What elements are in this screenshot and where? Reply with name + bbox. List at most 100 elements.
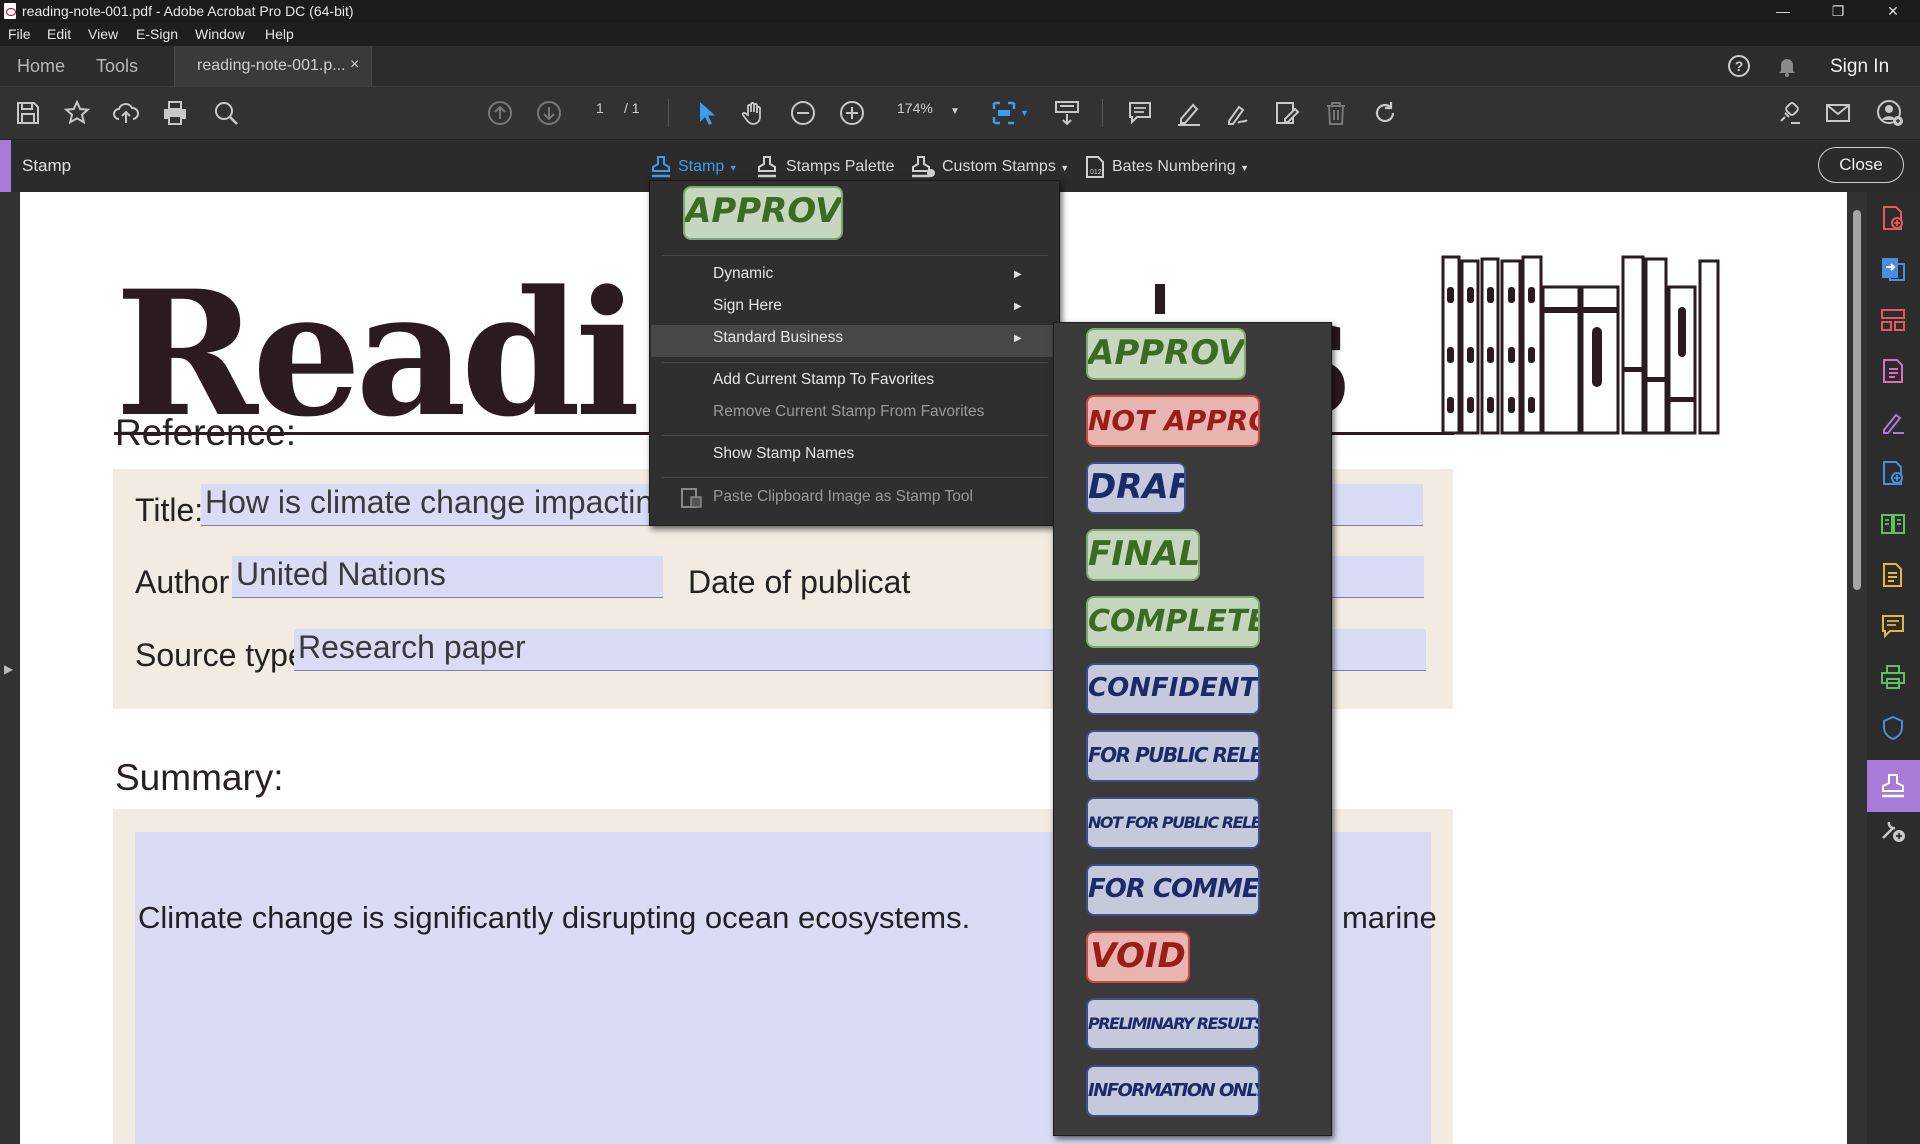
fit-page-icon[interactable] [990, 99, 1018, 127]
stamp-approved[interactable]: APPROVED [1086, 328, 1246, 380]
menu-item-dynamic[interactable]: Dynamic [713, 265, 773, 283]
stamp-void[interactable]: VOID [1086, 931, 1190, 983]
comment-icon[interactable] [1126, 99, 1154, 127]
stamp-confidential[interactable]: CONFIDENTIAL [1086, 663, 1260, 715]
print-icon[interactable] [161, 99, 189, 127]
menu-divider [662, 435, 1048, 436]
menu-item-sign-here[interactable]: Sign Here [713, 297, 782, 315]
search-icon[interactable] [212, 99, 240, 127]
title-bar: reading-note-001.pdf - Adobe Acrobat Pro… [0, 0, 1920, 23]
create-pdf-icon[interactable] [1879, 204, 1907, 232]
summary-section-title: Summary: [115, 757, 284, 798]
author-field[interactable]: United Nations [232, 556, 663, 598]
close-tool-button[interactable]: Close [1818, 147, 1904, 183]
previous-page-icon[interactable] [486, 99, 514, 127]
hand-icon[interactable] [740, 99, 768, 127]
trash-icon[interactable] [1322, 99, 1350, 127]
zoom-level[interactable]: 174% [897, 100, 933, 124]
stamp-dropdown-label: Stamp [678, 158, 725, 176]
menu-item-add-to-favorites[interactable]: Add Current Stamp To Favorites [713, 371, 934, 389]
stamps-palette-button[interactable]: Stamps Palette [756, 154, 895, 180]
print-production-icon[interactable] [1879, 663, 1907, 691]
scroll-mode-icon[interactable] [1053, 99, 1081, 127]
bates-numbering-icon: 012 [1086, 156, 1104, 178]
source-type-label: Source type: [135, 637, 315, 673]
menu-item-remove-from-favorites: Remove Current Stamp From Favorites [713, 403, 985, 420]
comment-tool-icon[interactable] [1879, 612, 1907, 640]
close-window-button[interactable]: ✕ [1870, 0, 1916, 23]
sign-in-button[interactable]: Sign In [1830, 56, 1889, 78]
help-icon[interactable]: ? [1727, 54, 1751, 78]
save-icon[interactable] [14, 99, 42, 127]
zoom-dropdown-icon[interactable]: ▼ [950, 106, 960, 130]
organize-pages-icon[interactable] [1879, 306, 1907, 334]
stamp-preliminary-results[interactable]: PRELIMINARY RESULTS [1086, 998, 1260, 1050]
menu-file[interactable]: File [8, 26, 31, 42]
menu-view[interactable]: View [88, 26, 118, 42]
edit-pdf-icon[interactable] [1879, 357, 1907, 385]
next-page-icon[interactable] [535, 99, 563, 127]
highlight-pen-icon[interactable] [1175, 99, 1203, 127]
stamp-information-only[interactable]: INFORMATION ONLY [1086, 1065, 1260, 1117]
request-signature-icon[interactable] [1879, 459, 1907, 487]
stamp-draft[interactable]: DRAFT [1086, 462, 1186, 514]
menu-edit[interactable]: Edit [47, 26, 71, 42]
expand-left-panel-icon[interactable]: ▶ [4, 662, 13, 676]
tab-tools[interactable]: Tools [96, 56, 138, 77]
compare-files-icon[interactable] [1879, 510, 1907, 538]
stamp-final[interactable]: FINAL [1086, 529, 1200, 581]
window-title: reading-note-001.pdf - Adobe Acrobat Pro… [22, 3, 354, 19]
page-number-input[interactable]: 1 [596, 100, 604, 124]
more-tools-icon[interactable] [1879, 816, 1907, 844]
export-pdf-icon[interactable] [1879, 255, 1907, 283]
stamp-icon [652, 156, 670, 178]
zoom-out-icon[interactable] [789, 99, 817, 127]
fit-dropdown-icon[interactable]: ▼ [1020, 108, 1029, 132]
custom-stamp-icon [912, 156, 935, 178]
menu-help[interactable]: Help [265, 26, 294, 42]
menu-esign[interactable]: E-Sign [136, 26, 178, 42]
main-toolbar: 1 / 1 174% ▼ ▼ [0, 87, 1920, 140]
stamp-dropdown[interactable]: Stamp ▼ [650, 154, 738, 180]
menu-item-standard-business[interactable]: Standard Business [713, 329, 843, 347]
scrollbar-thumb[interactable] [1853, 210, 1861, 590]
stamp-not-approved[interactable]: NOT APPROVED [1086, 395, 1260, 447]
share-link-icon[interactable] [1775, 99, 1803, 127]
rotate-icon[interactable] [1371, 99, 1399, 127]
tab-document[interactable]: reading-note-001.p... × [174, 46, 372, 86]
minimize-button[interactable]: — [1760, 0, 1806, 23]
fill-sign-icon[interactable] [1879, 408, 1907, 436]
share-user-icon[interactable] [1876, 99, 1904, 127]
zoom-in-icon[interactable] [838, 99, 866, 127]
stamp-tool-active[interactable] [1867, 760, 1920, 812]
edit-text-icon[interactable] [1273, 99, 1301, 127]
menu-item-show-stamp-names[interactable]: Show Stamp Names [713, 445, 854, 463]
toolbar-divider [1102, 99, 1103, 127]
menu-window[interactable]: Window [195, 26, 245, 42]
bookshelf-illustration [1441, 255, 1720, 435]
stamp-completed[interactable]: COMPLETED [1086, 596, 1260, 648]
bell-icon[interactable] [1775, 54, 1799, 78]
submenu-arrow-icon: ▶ [1014, 333, 1022, 344]
stamp-for-comment[interactable]: FOR COMMENT [1086, 864, 1260, 916]
custom-stamps-dropdown[interactable]: Custom Stamps ▼ [910, 154, 1069, 180]
star-icon[interactable] [63, 99, 91, 127]
preview-stamp-approved[interactable]: APPROVED [683, 186, 843, 240]
restore-button[interactable]: ❐ [1815, 0, 1861, 23]
tab-close-icon[interactable]: × [350, 56, 359, 74]
select-cursor-icon[interactable] [692, 99, 720, 127]
left-panel-gutter: ▶ [0, 192, 20, 1144]
stamp-menu: APPROVED Dynamic ▶ Sign Here ▶ Standard … [649, 180, 1060, 526]
cloud-upload-icon[interactable] [112, 99, 140, 127]
stamps-palette-icon [758, 156, 776, 178]
tab-home[interactable]: Home [17, 56, 65, 77]
combine-files-icon[interactable] [1879, 561, 1907, 589]
stamp-not-for-public-release[interactable]: NOT FOR PUBLIC RELEASE [1086, 797, 1260, 849]
date-of-publication-label: Date of publicat [688, 564, 911, 600]
protect-shield-icon[interactable] [1879, 714, 1907, 742]
menu-bar: File Edit View E-Sign Window Help [0, 23, 1920, 46]
bates-numbering-dropdown[interactable]: 012 Bates Numbering ▼ [1084, 154, 1249, 180]
sign-pen-icon[interactable] [1224, 99, 1252, 127]
email-icon[interactable] [1824, 99, 1852, 127]
stamp-for-public-release[interactable]: FOR PUBLIC RELEASE [1086, 730, 1260, 782]
